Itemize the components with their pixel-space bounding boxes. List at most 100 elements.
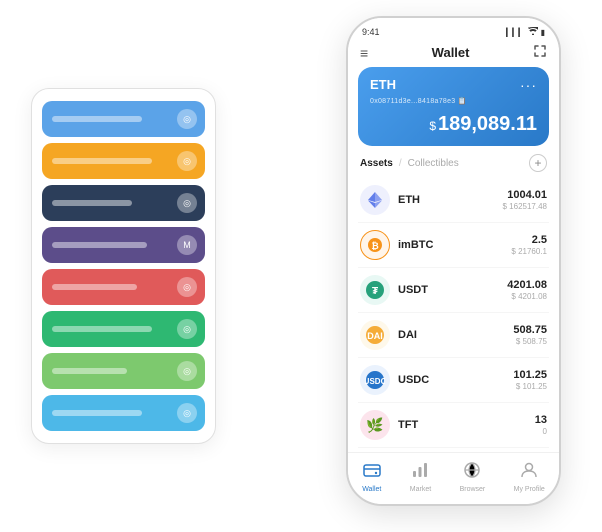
eth-card[interactable]: ETH ··· 0x08711d3e...8418a78e3 📋 $189,08… — [358, 67, 549, 146]
nav-wallet[interactable]: Wallet — [362, 461, 381, 493]
card-item-1[interactable]: ◎ — [42, 101, 205, 137]
asset-row-eth[interactable]: ETH 1004.01 $ 162517.48 — [358, 178, 549, 223]
imbtc-asset-icon: ₿ — [360, 230, 390, 260]
card-item-8[interactable]: ◎ — [42, 395, 205, 431]
svg-text:₮: ₮ — [372, 286, 378, 297]
svg-text:DAI: DAI — [367, 331, 383, 341]
dai-asset-icon: DAI — [360, 320, 390, 350]
asset-list: ETH 1004.01 $ 162517.48 ₿ imBTC 2.5 $ 21… — [348, 178, 559, 452]
wallet-title: Wallet — [432, 45, 470, 60]
asset-amounts-dai: 508.75 $ 508.75 — [513, 324, 547, 346]
browser-nav-icon — [463, 461, 481, 484]
dai-amount: 508.75 — [513, 324, 547, 336]
scene: ◎ ◎ ◎ M ◎ ◎ ◎ ◎ — [21, 16, 581, 516]
usdc-asset-icon: USDC — [360, 365, 390, 395]
card-item-7[interactable]: ◎ — [42, 353, 205, 389]
tft-usd: 0 — [535, 427, 547, 436]
usdc-amount: 101.25 — [513, 369, 547, 381]
imbtc-usd: $ 21760.1 — [511, 247, 547, 256]
card-item-3[interactable]: ◎ — [42, 185, 205, 221]
asset-row-dai[interactable]: DAI DAI 508.75 $ 508.75 — [358, 313, 549, 358]
wallet-nav-icon — [363, 461, 381, 484]
market-nav-icon — [411, 461, 429, 484]
imbtc-amount: 2.5 — [511, 234, 547, 246]
card-stack: ◎ ◎ ◎ M ◎ ◎ ◎ ◎ — [31, 88, 216, 444]
svg-text:USDC: USDC — [365, 377, 385, 386]
tab-collectibles[interactable]: Collectibles — [408, 158, 459, 169]
assets-tabs: Assets / Collectibles — [360, 158, 459, 169]
dollar-sign: $ — [429, 119, 436, 133]
phone-header: ≡ Wallet — [348, 42, 559, 67]
asset-row-imbtc[interactable]: ₿ imBTC 2.5 $ 21760.1 — [358, 223, 549, 268]
eth-card-top: ETH ··· — [370, 77, 537, 93]
card-line — [52, 326, 152, 332]
wifi-icon — [528, 27, 538, 37]
dai-usd: $ 508.75 — [513, 337, 547, 346]
eth-address: 0x08711d3e...8418a78e3 📋 — [370, 97, 537, 105]
card-icon-4: M — [177, 235, 197, 255]
nav-browser[interactable]: Browser — [460, 461, 486, 493]
card-icon-8: ◎ — [177, 403, 197, 423]
card-line — [52, 368, 127, 374]
asset-row-tft[interactable]: 🌿 TFT 13 0 — [358, 403, 549, 448]
wallet-nav-label: Wallet — [362, 486, 381, 493]
asset-name-usdc: USDC — [398, 374, 513, 386]
eth-more-button[interactable]: ··· — [520, 77, 537, 93]
asset-amounts-usdt: 4201.08 $ 4201.08 — [507, 279, 547, 301]
asset-row-usdc[interactable]: USDC USDC 101.25 $ 101.25 — [358, 358, 549, 403]
asset-amounts-usdc: 101.25 $ 101.25 — [513, 369, 547, 391]
card-icon-7: ◎ — [177, 361, 197, 381]
menu-icon[interactable]: ≡ — [360, 45, 368, 61]
usdt-usd: $ 4201.08 — [507, 292, 547, 301]
browser-nav-label: Browser — [460, 486, 486, 493]
card-item-2[interactable]: ◎ — [42, 143, 205, 179]
signal-icon: ▎▎▎ — [506, 28, 524, 37]
asset-amounts-imbtc: 2.5 $ 21760.1 — [511, 234, 547, 256]
status-bar: 9:41 ▎▎▎ ▮ — [348, 18, 559, 42]
tab-assets[interactable]: Assets — [360, 158, 393, 169]
eth-amount: 1004.01 — [503, 189, 548, 201]
eth-usd: $ 162517.48 — [503, 202, 548, 211]
card-item-6[interactable]: ◎ — [42, 311, 205, 347]
card-line — [52, 200, 132, 206]
card-icon-2: ◎ — [177, 151, 197, 171]
nav-market[interactable]: Market — [410, 461, 431, 493]
svg-text:₿: ₿ — [371, 241, 378, 251]
battery-icon: ▮ — [541, 28, 545, 37]
card-icon-3: ◎ — [177, 193, 197, 213]
card-line — [52, 158, 152, 164]
eth-label: ETH — [370, 77, 396, 92]
profile-nav-label: My Profile — [514, 486, 545, 493]
card-icon-6: ◎ — [177, 319, 197, 339]
usdt-asset-icon: ₮ — [360, 275, 390, 305]
asset-name-dai: DAI — [398, 329, 513, 341]
bottom-nav: Wallet Market Browser My Profile — [348, 452, 559, 504]
card-line — [52, 116, 142, 122]
eth-asset-icon — [360, 185, 390, 215]
asset-amounts-eth: 1004.01 $ 162517.48 — [503, 189, 548, 211]
usdt-amount: 4201.08 — [507, 279, 547, 291]
tft-asset-icon: 🌿 — [360, 410, 390, 440]
add-asset-button[interactable]: + — [529, 154, 547, 172]
market-nav-label: Market — [410, 486, 431, 493]
card-icon-1: ◎ — [177, 109, 197, 129]
tft-amount: 13 — [535, 414, 547, 426]
asset-amounts-tft: 13 0 — [535, 414, 547, 436]
card-icon-5: ◎ — [177, 277, 197, 297]
card-line — [52, 284, 137, 290]
status-icons: ▎▎▎ ▮ — [506, 27, 545, 37]
card-item-4[interactable]: M — [42, 227, 205, 263]
usdc-usd: $ 101.25 — [513, 382, 547, 391]
nav-profile[interactable]: My Profile — [514, 461, 545, 493]
asset-row-usdt[interactable]: ₮ USDT 4201.08 $ 4201.08 — [358, 268, 549, 313]
asset-name-tft: TFT — [398, 419, 535, 431]
eth-balance: $189,089.11 — [370, 113, 537, 136]
asset-name-imbtc: imBTC — [398, 239, 511, 251]
asset-name-usdt: USDT — [398, 284, 507, 296]
tab-divider: / — [399, 158, 402, 169]
expand-icon[interactable] — [533, 44, 547, 61]
card-item-5[interactable]: ◎ — [42, 269, 205, 305]
card-line — [52, 242, 147, 248]
profile-nav-icon — [520, 461, 538, 484]
assets-header: Assets / Collectibles + — [348, 154, 559, 178]
